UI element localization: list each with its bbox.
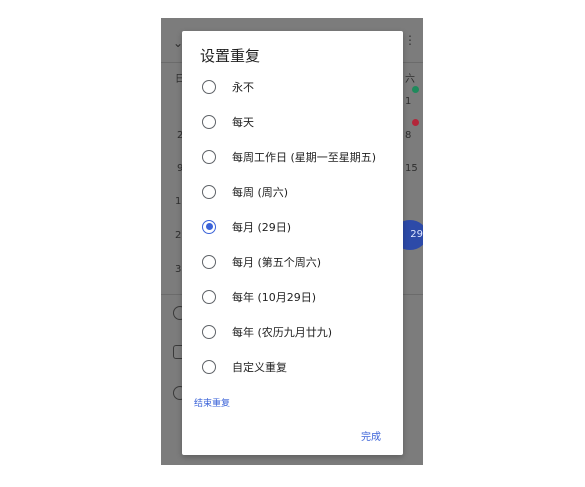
calendar-day: 8 <box>405 130 412 141</box>
option-label: 永不 <box>232 80 254 94</box>
calendar-day: 1 <box>405 96 412 107</box>
option-label: 每月 (29日) <box>232 220 292 234</box>
dialog-title: 设置重复 <box>200 47 261 65</box>
more-options-icon: ⋮ <box>404 33 416 47</box>
radio-button[interactable] <box>202 79 216 94</box>
option-yearly[interactable]: 每年 (10月29日) <box>182 279 403 314</box>
calendar-day: 15 <box>405 163 418 174</box>
option-monthly-date[interactable]: 每月 (29日) <box>182 209 403 244</box>
option-monthly-weekday[interactable]: 每月 (第五个周六) <box>182 244 403 279</box>
radio-button[interactable] <box>202 184 216 199</box>
option-weekly[interactable]: 每周 (周六) <box>182 174 403 209</box>
option-label: 自定义重复 <box>232 360 287 374</box>
option-label: 每周工作日 (星期一至星期五) <box>232 150 377 164</box>
radio-button-selected[interactable] <box>202 219 216 234</box>
option-weekdays[interactable]: 每周工作日 (星期一至星期五) <box>182 139 403 174</box>
repeat-dialog: 设置重复 永不 每天 每周工作日 (星期一至星期五) 每周 (周六) 每月 (2… <box>182 31 403 455</box>
option-yearly-lunar[interactable]: 每年 (农历九月廿九) <box>182 314 403 349</box>
option-label: 每周 (周六) <box>232 185 289 199</box>
radio-button[interactable] <box>202 254 216 269</box>
option-never[interactable]: 永不 <box>182 69 403 104</box>
end-repeat-link[interactable]: 结束重复 <box>194 396 230 409</box>
event-dot <box>412 86 419 93</box>
option-daily[interactable]: 每天 <box>182 104 403 139</box>
option-label: 每年 (农历九月廿九) <box>232 325 333 339</box>
radio-button[interactable] <box>202 114 216 129</box>
done-button[interactable]: 完成 <box>361 428 381 443</box>
option-label: 每月 (第五个周六) <box>232 255 322 269</box>
event-dot <box>412 119 419 126</box>
radio-button[interactable] <box>202 149 216 164</box>
option-label: 每天 <box>232 115 254 129</box>
calendar-weekday-right: 六 <box>405 74 415 85</box>
radio-button[interactable] <box>202 324 216 339</box>
radio-button[interactable] <box>202 359 216 374</box>
radio-button[interactable] <box>202 289 216 304</box>
option-custom[interactable]: 自定义重复 <box>182 349 403 384</box>
option-label: 每年 (10月29日) <box>232 290 317 304</box>
